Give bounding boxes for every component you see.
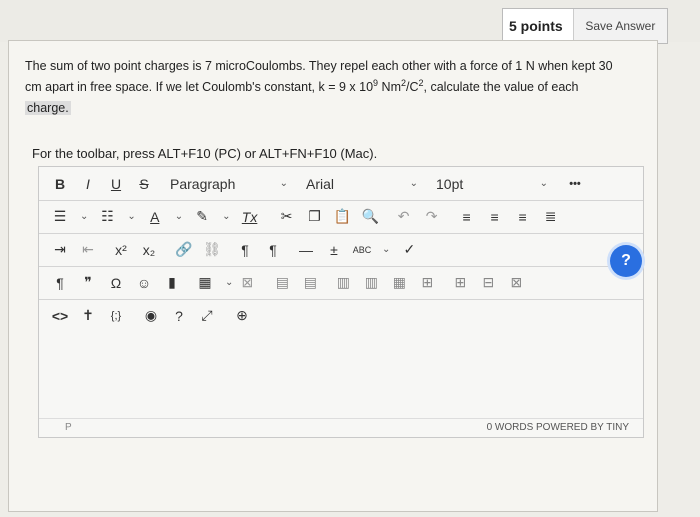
chevron-down-icon: ⌄ bbox=[539, 178, 548, 189]
chevron-down-icon: ⌄ bbox=[279, 178, 288, 189]
table-col-before-icon[interactable]: ▥ bbox=[332, 270, 354, 296]
special-char-button[interactable]: Ω bbox=[105, 270, 127, 296]
preview-icon[interactable]: ◉ bbox=[140, 303, 162, 329]
chevron-down-icon[interactable]: ⌄ bbox=[127, 211, 135, 222]
redo-icon[interactable]: ↷ bbox=[421, 204, 443, 230]
points-box: 5 points Save Answer bbox=[502, 8, 668, 44]
copy-icon[interactable]: ❐ bbox=[304, 204, 326, 230]
table-merge-icon[interactable]: ▦ bbox=[388, 270, 410, 296]
search-icon[interactable]: 🔍 bbox=[360, 204, 382, 230]
highlight-icon[interactable]: ✎ bbox=[191, 204, 213, 230]
code-button[interactable]: <> bbox=[49, 303, 71, 329]
question-line-3: charge. bbox=[25, 101, 71, 115]
block-format-select[interactable]: Paragraph ⌄ bbox=[170, 171, 288, 197]
rtl-button[interactable]: ¶ bbox=[262, 237, 284, 263]
toolbar-instruction: For the toolbar, press ALT+F10 (PC) or A… bbox=[32, 146, 378, 161]
font-color-button[interactable]: A bbox=[144, 204, 166, 230]
plus-minus-button[interactable]: ± bbox=[323, 237, 345, 263]
help-button[interactable]: ? bbox=[610, 245, 642, 277]
save-answer-button[interactable]: Save Answer bbox=[573, 9, 667, 43]
question-text: The sum of two point charges is 7 microC… bbox=[25, 56, 640, 119]
more-options-button[interactable]: ••• bbox=[564, 171, 586, 197]
bold-button[interactable]: B bbox=[49, 171, 71, 197]
unlink-icon[interactable]: ⛓ bbox=[201, 237, 223, 263]
align-center-icon[interactable]: ≡ bbox=[484, 204, 506, 230]
editor-body[interactable] bbox=[39, 333, 643, 419]
element-path[interactable]: P bbox=[65, 422, 72, 433]
table-split-icon[interactable]: ⊞ bbox=[416, 270, 438, 296]
toolbar-row-3: ⇥ ⇤ x² x₂ 🔗 ⛓ ¶ ¶ — ± ABC ⌄ ✓ bbox=[39, 233, 643, 267]
align-justify-icon[interactable]: ≣ bbox=[540, 204, 562, 230]
italic-button[interactable]: I bbox=[77, 171, 99, 197]
underline-button[interactable]: U bbox=[105, 171, 127, 197]
check-button[interactable]: ✓ bbox=[398, 237, 420, 263]
spellcheck-button[interactable]: ABC bbox=[351, 237, 373, 263]
align-right-icon[interactable]: ≡ bbox=[512, 204, 534, 230]
status-bar: P 0 WORDS POWERED BY TINY bbox=[39, 418, 643, 437]
table-delete-cell-icon[interactable]: ⊠ bbox=[505, 270, 527, 296]
numbered-list-icon[interactable]: ☷ bbox=[96, 204, 118, 230]
bullet-list-icon[interactable]: ☰ bbox=[49, 204, 71, 230]
chevron-down-icon[interactable]: ⌄ bbox=[382, 244, 390, 255]
accessibility-button[interactable]: ✝ bbox=[77, 303, 99, 329]
question-line-2: cm apart in free space. If we let Coulom… bbox=[25, 77, 579, 94]
horizontal-rule-button[interactable]: — bbox=[295, 237, 317, 263]
help-icon[interactable]: ? bbox=[168, 303, 190, 329]
link-icon[interactable]: 🔗 bbox=[173, 237, 195, 263]
strikethrough-button[interactable]: S bbox=[133, 171, 155, 197]
ltr-button[interactable]: ¶ bbox=[234, 237, 256, 263]
show-blocks-button[interactable]: ¶ bbox=[49, 270, 71, 296]
chevron-down-icon[interactable]: ⌄ bbox=[80, 211, 88, 222]
clear-format-button[interactable]: Tx bbox=[239, 204, 261, 230]
subscript-button[interactable]: x₂ bbox=[138, 237, 160, 263]
outdent-icon[interactable]: ⇤ bbox=[77, 237, 99, 263]
bookmark-icon[interactable]: ▮ bbox=[161, 270, 183, 296]
chevron-down-icon[interactable]: ⌄ bbox=[222, 211, 230, 222]
indent-icon[interactable]: ⇥ bbox=[49, 237, 71, 263]
question-line-1: The sum of two point charges is 7 microC… bbox=[25, 59, 613, 73]
toolbar-row-2: ☰ ⌄ ☷ ⌄ A ⌄ ✎ ⌄ Tx ✂ ❐ 📋 🔍 ↶ ↷ ≡ ≡ ≡ ≣ bbox=[39, 200, 643, 234]
table-props-icon[interactable]: ⊞ bbox=[449, 270, 471, 296]
toolbar-row-1: B I U S Paragraph ⌄ Arial ⌄ 10pt ⌄ ••• bbox=[39, 167, 643, 201]
toolbar-row-5: <> ✝ {;} ◉ ? ⤢ ⊕ bbox=[39, 299, 643, 332]
table-row-after-icon[interactable]: ▤ bbox=[299, 270, 321, 296]
table-icon[interactable]: ▦ bbox=[194, 270, 216, 296]
page: 5 points Save Answer The sum of two poin… bbox=[0, 0, 700, 517]
code-sample-button[interactable]: {;} bbox=[105, 303, 127, 329]
points-label: 5 points bbox=[503, 9, 574, 43]
table-row-before-icon[interactable]: ▤ bbox=[271, 270, 293, 296]
rich-text-editor: B I U S Paragraph ⌄ Arial ⌄ 10pt ⌄ ••• ☰ ⌄ ☷… bbox=[38, 166, 644, 438]
table-col-after-icon[interactable]: ▥ bbox=[360, 270, 382, 296]
chevron-down-icon[interactable]: ⌄ bbox=[175, 211, 183, 222]
font-size-select[interactable]: 10pt ⌄ bbox=[436, 171, 548, 197]
insert-icon[interactable]: ⊕ bbox=[231, 303, 253, 329]
align-left-icon[interactable]: ≡ bbox=[456, 204, 478, 230]
chevron-down-icon[interactable]: ⌄ bbox=[225, 277, 233, 288]
undo-icon[interactable]: ↶ bbox=[393, 204, 415, 230]
emoji-icon[interactable]: ☺ bbox=[133, 270, 155, 296]
table-cell-icon[interactable]: ⊟ bbox=[477, 270, 499, 296]
blockquote-button[interactable]: ❞ bbox=[77, 270, 99, 296]
paste-icon[interactable]: 📋 bbox=[332, 204, 354, 230]
superscript-button[interactable]: x² bbox=[110, 237, 132, 263]
chevron-down-icon: ⌄ bbox=[409, 178, 418, 189]
toolbar-row-4: ¶ ❞ Ω ☺ ▮ ▦ ⌄ ⊠ ▤ ▤ ▥ ▥ ▦ ⊞ ⊞ ⊟ ⊠ bbox=[39, 266, 643, 300]
delete-table-icon[interactable]: ⊠ bbox=[236, 270, 258, 296]
fullscreen-icon[interactable]: ⤢ bbox=[196, 303, 218, 329]
font-family-select[interactable]: Arial ⌄ bbox=[306, 171, 418, 197]
cut-icon[interactable]: ✂ bbox=[276, 204, 298, 230]
word-count: 0 WORDS POWERED BY TINY bbox=[486, 422, 629, 433]
